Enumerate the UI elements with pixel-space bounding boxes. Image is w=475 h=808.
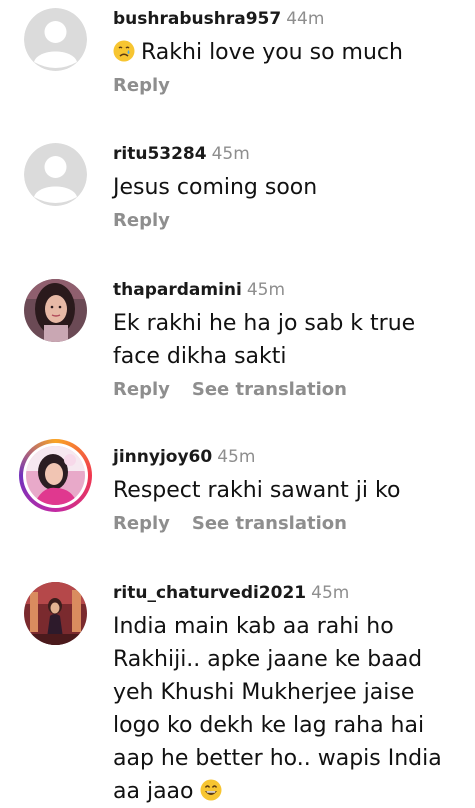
- user-avatar[interactable]: [24, 279, 87, 342]
- comment-text-content: Rakhi love you so much: [141, 40, 403, 65]
- grinning-face-icon: [200, 779, 221, 801]
- reply-button[interactable]: Reply: [113, 513, 170, 534]
- comment-text-line-last: aa jaao: [113, 775, 455, 808]
- story-ring-avatar[interactable]: [19, 439, 92, 512]
- comment-username[interactable]: ritu53284: [113, 144, 207, 164]
- comment-username[interactable]: ritu_chaturvedi2021: [113, 583, 306, 603]
- comment-username[interactable]: thapardamini: [113, 280, 242, 300]
- comment-text-line: aap he better ho.. wapis India: [113, 746, 442, 771]
- reply-button[interactable]: Reply: [113, 210, 170, 231]
- user-avatar[interactable]: [24, 582, 87, 645]
- see-translation-button[interactable]: See translation: [192, 513, 347, 534]
- comment-text-line: Rakhiji.. apke jaane ke baad: [113, 647, 423, 672]
- comment-timestamp: 45m: [211, 144, 250, 164]
- comment-text-line: face dikha sakti: [113, 344, 287, 369]
- default-avatar-icon[interactable]: [24, 143, 87, 206]
- comment-timestamp: 44m: [286, 9, 325, 29]
- comment-text: Ek rakhi he ha jo sab k true face dikha …: [113, 307, 455, 373]
- comment-text: Jesus coming soon: [113, 175, 318, 200]
- comment-text: Rakhi love you so much: [113, 36, 455, 69]
- comment-username[interactable]: jinnyjoy60: [113, 447, 212, 467]
- reply-button[interactable]: Reply: [113, 379, 170, 400]
- user-avatar: [26, 446, 85, 505]
- reply-button[interactable]: Reply: [113, 75, 170, 96]
- comment-timestamp: 45m: [311, 583, 350, 603]
- comment-text-line: India main kab aa rahi ho: [113, 614, 394, 639]
- comment-text-line: Ek rakhi he ha jo sab k true: [113, 311, 416, 336]
- comment-text: India main kab aa rahi ho Rakhiji.. apke…: [113, 610, 455, 808]
- comment-timestamp: 45m: [217, 447, 256, 467]
- comment-text-line: logo ko dekh ke lag raha hai: [113, 713, 425, 738]
- default-avatar-icon[interactable]: [24, 8, 87, 71]
- comment-text: Respect rakhi sawant ji ko: [113, 478, 401, 503]
- comment-timestamp: 45m: [246, 280, 286, 300]
- comment-text-line: aa jaao: [113, 779, 194, 804]
- comment-text-line: yeh Khushi Mukherjee jaise: [113, 680, 415, 705]
- see-translation-button[interactable]: See translation: [192, 379, 347, 400]
- crying-face-icon: [113, 40, 135, 62]
- comment-username[interactable]: bushrabushra957: [113, 9, 281, 29]
